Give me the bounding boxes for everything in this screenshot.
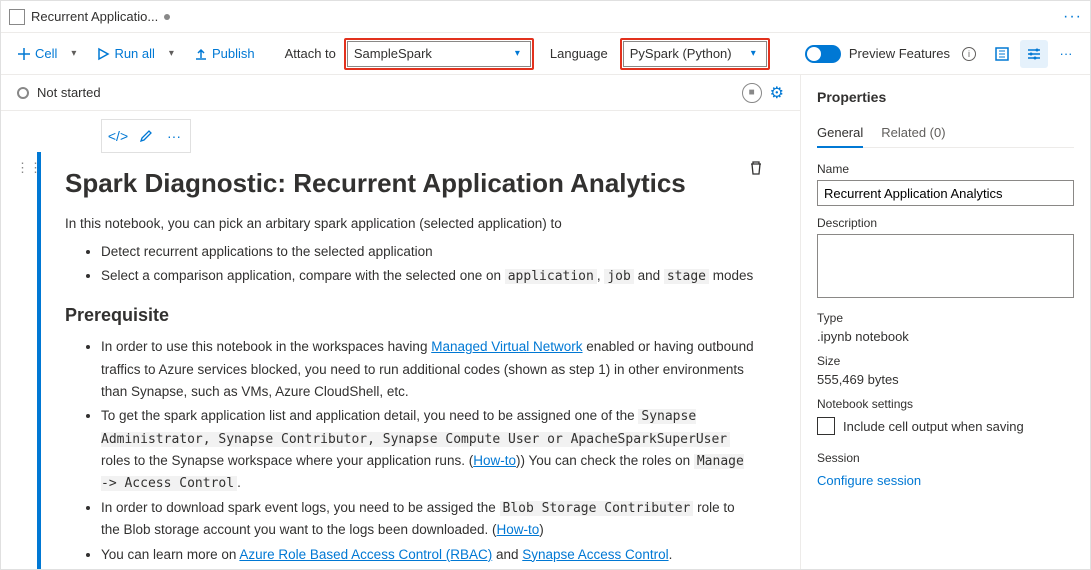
session-label: Session [817,451,1074,465]
properties-tabs: General Related (0) [817,119,1074,148]
attach-label: Attach to [285,46,336,61]
list-item: To get the spark application list and ap… [101,405,756,495]
titlebar-more-button[interactable]: ··· [1063,8,1082,26]
size-label: Size [817,354,1074,368]
attach-highlight: SampleSpark ▾ [344,38,534,70]
include-output-checkbox[interactable] [817,417,835,435]
toolbar: Cell ▾ Run all ▾ Publish Attach to Sampl… [1,33,1090,75]
description-label: Description [817,216,1074,230]
publish-button[interactable]: Publish [188,42,261,65]
tab-general[interactable]: General [817,119,863,148]
language-dropdown[interactable]: PySpark (Python) ▾ [623,41,767,67]
size-value: 555,469 bytes [817,372,1074,387]
add-cell-button[interactable]: Cell [11,42,63,65]
settings-button[interactable] [1020,40,1048,68]
info-icon[interactable]: i [962,47,976,61]
markdown-cell[interactable]: Spark Diagnostic: Recurrent Application … [37,152,780,569]
cell-text: In this notebook, you can pick an arbita… [65,213,756,235]
list-item: In order to use this notebook in the wor… [101,336,756,403]
variables-button[interactable] [988,40,1016,68]
language-highlight: PySpark (Python) ▾ [620,38,770,70]
run-all-button[interactable]: Run all [90,42,160,65]
name-label: Name [817,162,1074,176]
cell-toolbar: </> ··· [101,119,191,153]
rbac-link[interactable]: Azure Role Based Access Control (RBAC) [239,547,492,562]
titlebar: Recurrent Applicatio... ··· [1,1,1090,33]
edit-button[interactable] [134,124,158,148]
list-item: Select a comparison application, compare… [101,265,756,287]
play-icon [96,47,110,61]
type-label: Type [817,311,1074,325]
preview-features-toggle[interactable]: Preview Features i [805,45,976,63]
cell-heading: Spark Diagnostic: Recurrent Application … [65,168,756,199]
drag-handle[interactable]: ⋮⋮ [21,152,37,569]
cell-subheading: Prerequisite [65,305,756,326]
properties-title: Properties [817,89,1074,105]
tab-related[interactable]: Related (0) [881,119,945,147]
stop-button[interactable]: ■ [742,83,762,103]
status-bar: Not started ■ ⚙ [1,75,800,111]
name-input[interactable] [817,180,1074,206]
notebook-icon [9,9,25,25]
list-item: You can learn more on Azure Role Based A… [101,544,756,566]
description-input[interactable] [817,234,1074,298]
code-toggle-button[interactable]: </> [106,124,130,148]
delete-cell-button[interactable] [748,160,764,176]
session-gear-icon[interactable]: ⚙ [770,83,784,103]
plus-icon [17,47,31,61]
toolbar-more-button[interactable]: ··· [1052,40,1080,68]
run-chevron[interactable]: ▾ [165,44,178,63]
chevron-down-icon: ▾ [511,44,524,63]
document-title: Recurrent Applicatio... [31,9,158,24]
attach-dropdown[interactable]: SampleSpark ▾ [347,41,531,67]
publish-icon [194,47,208,61]
list-item: In order to download spark event logs, y… [101,497,756,542]
properties-panel: Properties General Related (0) Name Desc… [800,75,1090,569]
synapse-ac-link[interactable]: Synapse Access Control [522,547,668,562]
status-text: Not started [37,85,101,100]
unsaved-indicator [164,14,170,20]
list-item: Detect recurrent applications to the sel… [101,241,756,263]
cell-more-button[interactable]: ··· [162,124,186,148]
mvn-link[interactable]: Managed Virtual Network [431,339,582,354]
howto-link-2[interactable]: How-to [497,522,540,537]
cell-chevron[interactable]: ▾ [67,44,80,63]
language-label: Language [550,46,608,61]
notebook-settings-label: Notebook settings [817,397,1074,411]
howto-link[interactable]: How-to [473,453,516,468]
status-indicator-icon [17,87,29,99]
configure-session-link[interactable]: Configure session [817,473,921,488]
type-value: .ipynb notebook [817,329,1074,344]
chevron-down-icon: ▾ [747,44,760,63]
checkbox-label: Include cell output when saving [843,419,1024,434]
